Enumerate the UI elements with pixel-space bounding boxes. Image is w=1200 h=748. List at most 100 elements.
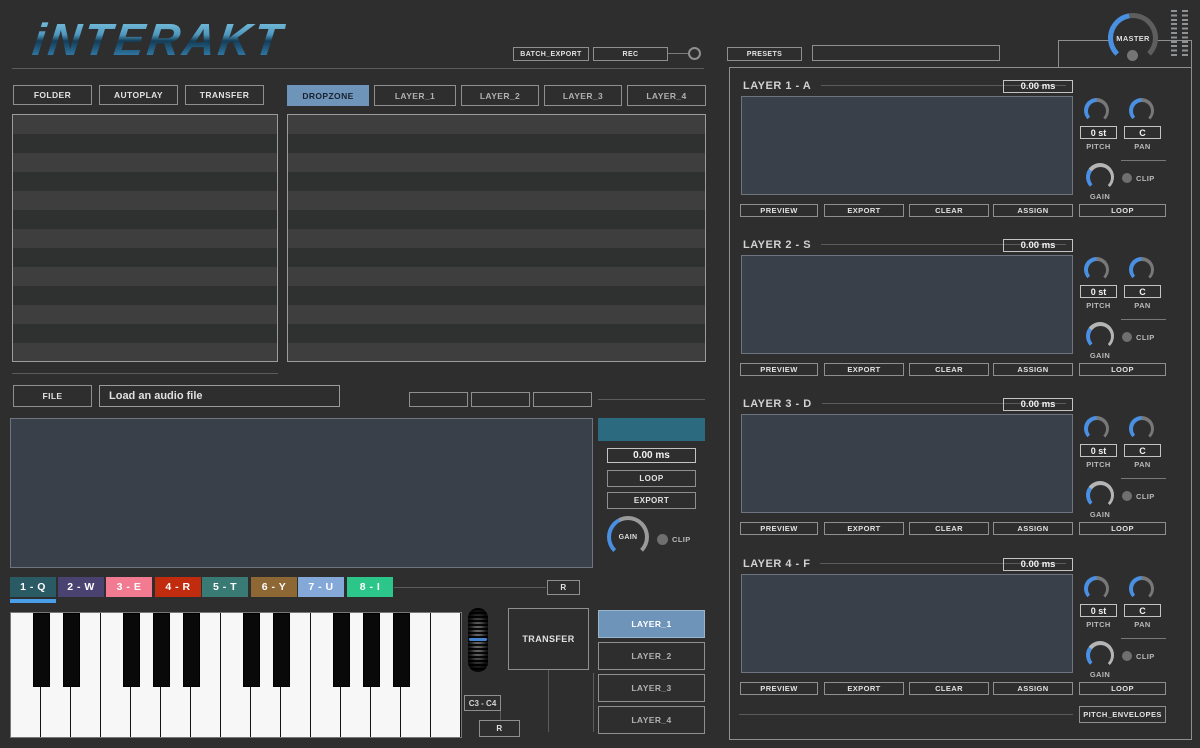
key-tab-1q[interactable]: 1 - Q bbox=[10, 577, 56, 597]
layer-3-waveform[interactable] bbox=[741, 414, 1073, 513]
layer-4-preview-button[interactable]: PREVIEW bbox=[740, 682, 818, 695]
layer-2-time-field[interactable]: 0.00 ms bbox=[1003, 239, 1073, 252]
layer-2-pitch-value[interactable]: 0 st bbox=[1080, 285, 1117, 298]
layer-2-gain-knob[interactable] bbox=[1086, 322, 1114, 350]
piano-white-key[interactable] bbox=[431, 613, 461, 737]
stack-layer-3-button[interactable]: LAYER_3 bbox=[598, 674, 705, 702]
piano-black-key[interactable] bbox=[153, 613, 170, 687]
piano-black-key[interactable] bbox=[333, 613, 350, 687]
layer-2-loop-button[interactable]: LOOP bbox=[1079, 363, 1166, 376]
stack-layer-1-button[interactable]: LAYER_1 bbox=[598, 610, 705, 638]
file-browser-list[interactable] bbox=[12, 114, 278, 362]
layer-4-pan-knob[interactable] bbox=[1129, 576, 1154, 601]
layer-2-export-button[interactable]: EXPORT bbox=[824, 363, 904, 376]
layer-1-pan-value[interactable]: C bbox=[1124, 126, 1161, 139]
layer-2-clear-button[interactable]: CLEAR bbox=[909, 363, 989, 376]
key-tabs-r-button[interactable]: R bbox=[547, 580, 580, 595]
layer-2-pitch-knob[interactable] bbox=[1084, 257, 1109, 282]
key-tab-7u[interactable]: 7 - U bbox=[298, 577, 344, 597]
layer-3-pitch-knob[interactable] bbox=[1084, 416, 1109, 441]
layer-3-assign-button[interactable]: ASSIGN bbox=[993, 522, 1073, 535]
piano-black-key[interactable] bbox=[123, 613, 140, 687]
layer-1-loop-button[interactable]: LOOP bbox=[1079, 204, 1166, 217]
audio-file-field[interactable]: Load an audio file bbox=[99, 385, 340, 407]
layer-3-loop-button[interactable]: LOOP bbox=[1079, 522, 1166, 535]
editor-time-field[interactable]: 0.00 ms bbox=[607, 448, 696, 463]
piano-keyboard[interactable] bbox=[10, 612, 462, 738]
tab-layer-4[interactable]: LAYER_4 bbox=[627, 85, 706, 106]
layer-1-pan-knob[interactable] bbox=[1129, 98, 1154, 123]
autoplay-button[interactable]: AUTOPLAY bbox=[99, 85, 178, 105]
folder-button[interactable]: FOLDER bbox=[13, 85, 92, 105]
key-tab-3e[interactable]: 3 - E bbox=[106, 577, 152, 597]
piano-black-key[interactable] bbox=[33, 613, 50, 687]
layer-1-time-field[interactable]: 0.00 ms bbox=[1003, 80, 1073, 93]
layer-3-time-field[interactable]: 0.00 ms bbox=[1003, 398, 1073, 411]
layer-2-waveform[interactable] bbox=[741, 255, 1073, 354]
tab-dropzone[interactable]: DROPZONE bbox=[287, 85, 369, 106]
file-button[interactable]: FILE bbox=[13, 385, 92, 407]
keyboard-transfer-button[interactable]: TRANSFER bbox=[508, 608, 589, 670]
layer-1-assign-button[interactable]: ASSIGN bbox=[993, 204, 1073, 217]
layer-1-gain-knob[interactable] bbox=[1086, 163, 1114, 191]
piano-black-key[interactable] bbox=[63, 613, 80, 687]
layer-1-clear-button[interactable]: CLEAR bbox=[909, 204, 989, 217]
layer-4-pitch-value[interactable]: 0 st bbox=[1080, 604, 1117, 617]
editor-loop-button[interactable]: LOOP bbox=[607, 470, 696, 487]
editor-export-button[interactable]: EXPORT bbox=[607, 492, 696, 509]
pitch-envelopes-button[interactable]: PITCH_ENVELOPES bbox=[1079, 706, 1166, 723]
param-box-2[interactable] bbox=[471, 392, 530, 407]
layer-3-pitch-value[interactable]: 0 st bbox=[1080, 444, 1117, 457]
tab-layer-1[interactable]: LAYER_1 bbox=[374, 85, 456, 106]
preset-name-field[interactable] bbox=[812, 45, 1000, 61]
dropzone-list[interactable] bbox=[287, 114, 706, 362]
layer-2-pan-value[interactable]: C bbox=[1124, 285, 1161, 298]
tab-layer-3[interactable]: LAYER_3 bbox=[544, 85, 622, 106]
keyboard-range-box[interactable]: C3 - C4 bbox=[464, 695, 501, 711]
keyboard-r-button[interactable]: R bbox=[479, 720, 520, 737]
key-tab-2w[interactable]: 2 - W bbox=[58, 577, 104, 597]
piano-black-key[interactable] bbox=[363, 613, 380, 687]
layer-3-export-button[interactable]: EXPORT bbox=[824, 522, 904, 535]
layer-2-assign-button[interactable]: ASSIGN bbox=[993, 363, 1073, 376]
layer-4-gain-knob[interactable] bbox=[1086, 641, 1114, 669]
layer-3-preview-button[interactable]: PREVIEW bbox=[740, 522, 818, 535]
layer-4-export-button[interactable]: EXPORT bbox=[824, 682, 904, 695]
transfer-button[interactable]: TRANSFER bbox=[185, 85, 264, 105]
layer-2-preview-button[interactable]: PREVIEW bbox=[740, 363, 818, 376]
layer-4-clear-button[interactable]: CLEAR bbox=[909, 682, 989, 695]
layer-4-loop-button[interactable]: LOOP bbox=[1079, 682, 1166, 695]
layer-1-pitch-value[interactable]: 0 st bbox=[1080, 126, 1117, 139]
batch-export-button[interactable]: BATCH_EXPORT bbox=[513, 47, 589, 61]
layer-3-clear-button[interactable]: CLEAR bbox=[909, 522, 989, 535]
layer-4-time-field[interactable]: 0.00 ms bbox=[1003, 558, 1073, 571]
param-box-1[interactable] bbox=[409, 392, 468, 407]
key-tab-5t[interactable]: 5 - T bbox=[202, 577, 248, 597]
editor-gain-knob[interactable]: GAIN bbox=[607, 516, 649, 558]
piano-black-key[interactable] bbox=[273, 613, 290, 687]
layer-1-waveform[interactable] bbox=[741, 96, 1073, 195]
piano-black-key[interactable] bbox=[243, 613, 260, 687]
layer-3-pan-knob[interactable] bbox=[1129, 416, 1154, 441]
piano-black-key[interactable] bbox=[393, 613, 410, 687]
waveform-display[interactable] bbox=[10, 418, 593, 568]
layer-3-pan-value[interactable]: C bbox=[1124, 444, 1161, 457]
layer-4-assign-button[interactable]: ASSIGN bbox=[993, 682, 1073, 695]
layer-4-pitch-knob[interactable] bbox=[1084, 576, 1109, 601]
stack-layer-2-button[interactable]: LAYER_2 bbox=[598, 642, 705, 670]
layer-4-pan-value[interactable]: C bbox=[1124, 604, 1161, 617]
layer-3-gain-knob[interactable] bbox=[1086, 481, 1114, 509]
key-tab-4r[interactable]: 4 - R bbox=[155, 577, 201, 597]
tab-layer-2[interactable]: LAYER_2 bbox=[461, 85, 539, 106]
layer-1-preview-button[interactable]: PREVIEW bbox=[740, 204, 818, 217]
presets-button[interactable]: PRESETS bbox=[727, 47, 802, 61]
key-tab-6y[interactable]: 6 - Y bbox=[251, 577, 297, 597]
param-box-3[interactable] bbox=[533, 392, 592, 407]
layer-4-waveform[interactable] bbox=[741, 574, 1073, 673]
pitch-wheel[interactable] bbox=[468, 608, 488, 672]
layer-2-pan-knob[interactable] bbox=[1129, 257, 1154, 282]
rec-button[interactable]: REC bbox=[593, 47, 668, 61]
layer-1-export-button[interactable]: EXPORT bbox=[824, 204, 904, 217]
key-tab-8i[interactable]: 8 - I bbox=[347, 577, 393, 597]
stack-layer-4-button[interactable]: LAYER_4 bbox=[598, 706, 705, 734]
